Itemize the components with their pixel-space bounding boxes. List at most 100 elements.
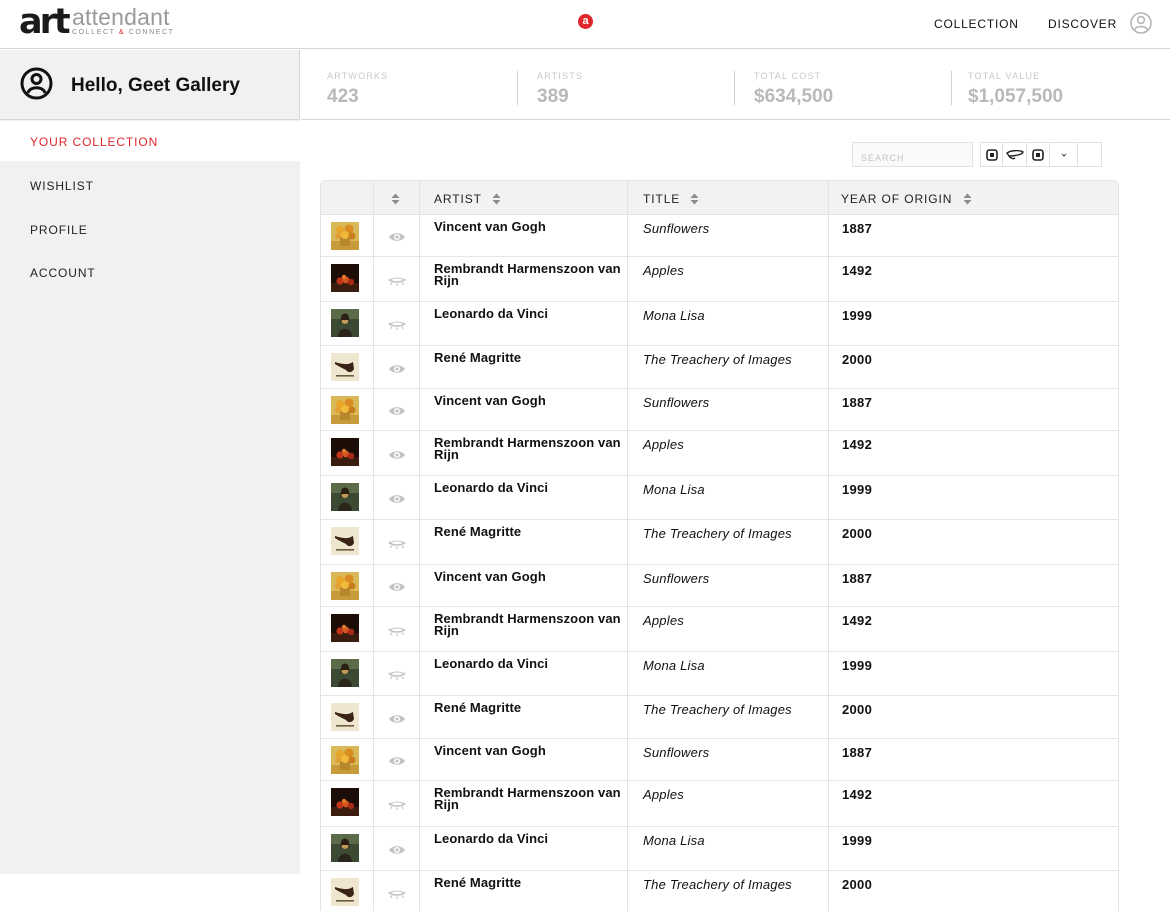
- list-view-button[interactable]: [1003, 143, 1027, 166]
- column-divider: [627, 431, 628, 475]
- column-divider: [419, 257, 420, 301]
- column-divider: [419, 871, 420, 911]
- table-row[interactable]: René Magritte The Treachery of Images 2000: [321, 696, 1118, 739]
- stats-bar: ARTWORKS 423 ARTISTS 389 TOTAL COST $634…: [301, 50, 1170, 120]
- grid-view-button[interactable]: [981, 143, 1003, 166]
- artwork-thumbnail[interactable]: [331, 309, 359, 337]
- table-row[interactable]: Rembrandt Harmenszoon van Rijn Apples 1492: [321, 781, 1118, 827]
- visibility-sort-button[interactable]: [391, 181, 400, 215]
- eye-open-icon[interactable]: [388, 230, 406, 242]
- column-divider: [828, 476, 829, 519]
- table-body: Vincent van Gogh Sunflowers 1887 Rembrandt …: [321, 215, 1118, 911]
- eye-closed-icon[interactable]: [388, 798, 406, 810]
- year-of-origin: 1887: [842, 395, 873, 410]
- artwork-thumbnail[interactable]: [331, 353, 359, 381]
- column-divider: [419, 739, 420, 780]
- eye-open-icon[interactable]: [388, 492, 406, 504]
- eye-open-icon[interactable]: [388, 712, 406, 724]
- table-row[interactable]: René Magritte The Treachery of Images 2000: [321, 346, 1118, 389]
- artwork-thumbnail[interactable]: [331, 834, 359, 862]
- eye-closed-icon[interactable]: [388, 537, 406, 549]
- artist-name: Vincent van Gogh: [434, 569, 546, 584]
- eye-closed-icon[interactable]: [388, 624, 406, 636]
- artwork-thumbnail[interactable]: [331, 222, 359, 250]
- column-divider: [627, 520, 628, 564]
- eye-open-icon[interactable]: [388, 362, 406, 374]
- greeting-panel: Hello, Geet Gallery: [0, 50, 300, 120]
- eye-closed-icon[interactable]: [388, 274, 406, 286]
- column-divider: [828, 389, 829, 430]
- artwork-thumbnail[interactable]: [331, 703, 359, 731]
- column-divider: [828, 257, 829, 301]
- stat-label: ARTWORKS: [327, 71, 389, 81]
- artwork-title: Mona Lisa: [643, 658, 705, 673]
- column-header-title[interactable]: TITLE: [643, 181, 699, 215]
- artwork-thumbnail[interactable]: [331, 878, 359, 906]
- user-circle-icon[interactable]: [1130, 12, 1152, 34]
- table-row[interactable]: Rembrandt Harmenszoon van Rijn Apples 1492: [321, 257, 1118, 302]
- nav-discover-link[interactable]: DISCOVER: [1048, 17, 1117, 31]
- artwork-thumbnail[interactable]: [331, 614, 359, 642]
- table-row[interactable]: Leonardo da Vinci Mona Lisa 1999: [321, 652, 1118, 696]
- eye-closed-icon[interactable]: [388, 887, 406, 899]
- column-divider: [419, 827, 420, 870]
- column-divider: [627, 827, 628, 870]
- artwork-thumbnail[interactable]: [331, 659, 359, 687]
- table-row[interactable]: Rembrandt Harmenszoon van Rijn Apples 1492: [321, 431, 1118, 476]
- table-row[interactable]: Leonardo da Vinci Mona Lisa 1999: [321, 302, 1118, 346]
- column-header-artist[interactable]: ARTIST: [434, 181, 501, 215]
- artwork-thumbnail[interactable]: [331, 483, 359, 511]
- column-divider: [627, 652, 628, 695]
- table-row[interactable]: Leonardo da Vinci Mona Lisa 1999: [321, 827, 1118, 871]
- column-divider: [828, 346, 829, 388]
- table-row[interactable]: René Magritte The Treachery of Images 2000: [321, 871, 1118, 911]
- nav-collection-link[interactable]: COLLECTION: [934, 17, 1019, 31]
- column-header-year[interactable]: YEAR OF ORIGIN: [841, 181, 972, 215]
- artwork-thumbnail[interactable]: [331, 438, 359, 466]
- sidebar-item-account[interactable]: ACCOUNT: [0, 252, 300, 292]
- card-view-button[interactable]: [1027, 143, 1050, 166]
- artwork-thumbnail[interactable]: [331, 527, 359, 555]
- eye-open-icon[interactable]: [388, 843, 406, 855]
- artwork-thumbnail[interactable]: [331, 572, 359, 600]
- brand-badge-icon[interactable]: a: [578, 14, 593, 29]
- stat-label: TOTAL COST: [754, 71, 822, 81]
- column-header-label: ARTIST: [434, 192, 482, 206]
- eye-closed-icon[interactable]: [388, 318, 406, 330]
- artwork-thumbnail[interactable]: [331, 264, 359, 292]
- table-row[interactable]: Leonardo da Vinci Mona Lisa 1999: [321, 476, 1118, 520]
- artwork-thumbnail[interactable]: [331, 396, 359, 424]
- column-divider: [627, 696, 628, 738]
- artwork-thumbnail[interactable]: [331, 788, 359, 816]
- table-row[interactable]: Rembrandt Harmenszoon van Rijn Apples 1492: [321, 607, 1118, 652]
- artwork-title: Apples: [643, 437, 684, 452]
- table-row[interactable]: Vincent van Gogh Sunflowers 1887: [321, 389, 1118, 431]
- column-divider: [627, 257, 628, 301]
- sidebar-item-profile[interactable]: PROFILE: [0, 209, 300, 249]
- column-divider: [627, 781, 628, 826]
- sidebar-item-wishlist[interactable]: WISHLIST: [0, 165, 300, 205]
- eye-open-icon[interactable]: [388, 754, 406, 766]
- table-row[interactable]: René Magritte The Treachery of Images 2000: [321, 520, 1118, 565]
- artwork-title: Sunflowers: [643, 745, 710, 760]
- column-divider: [419, 607, 420, 651]
- sidebar-item-your-collection[interactable]: YOUR COLLECTION: [0, 121, 300, 161]
- eye-open-icon[interactable]: [388, 404, 406, 416]
- artwork-thumbnail[interactable]: [331, 746, 359, 774]
- eye-closed-icon[interactable]: [388, 668, 406, 680]
- artist-name: Leonardo da Vinci: [434, 306, 549, 321]
- table-row[interactable]: Vincent van Gogh Sunflowers 1887: [321, 739, 1118, 781]
- view-options-dropdown[interactable]: [1050, 143, 1078, 166]
- eye-open-icon[interactable]: [388, 448, 406, 460]
- column-divider: [627, 389, 628, 430]
- year-of-origin: 1492: [842, 437, 873, 452]
- search-input[interactable]: [853, 143, 972, 166]
- table-row[interactable]: Vincent van Gogh Sunflowers 1887: [321, 565, 1118, 607]
- table-row[interactable]: Vincent van Gogh Sunflowers 1887: [321, 215, 1118, 257]
- year-of-origin: 1492: [842, 787, 873, 802]
- column-divider: [419, 389, 420, 430]
- column-divider: [419, 781, 420, 826]
- divider: [517, 71, 518, 105]
- eye-open-icon[interactable]: [388, 580, 406, 592]
- column-divider: [828, 871, 829, 911]
